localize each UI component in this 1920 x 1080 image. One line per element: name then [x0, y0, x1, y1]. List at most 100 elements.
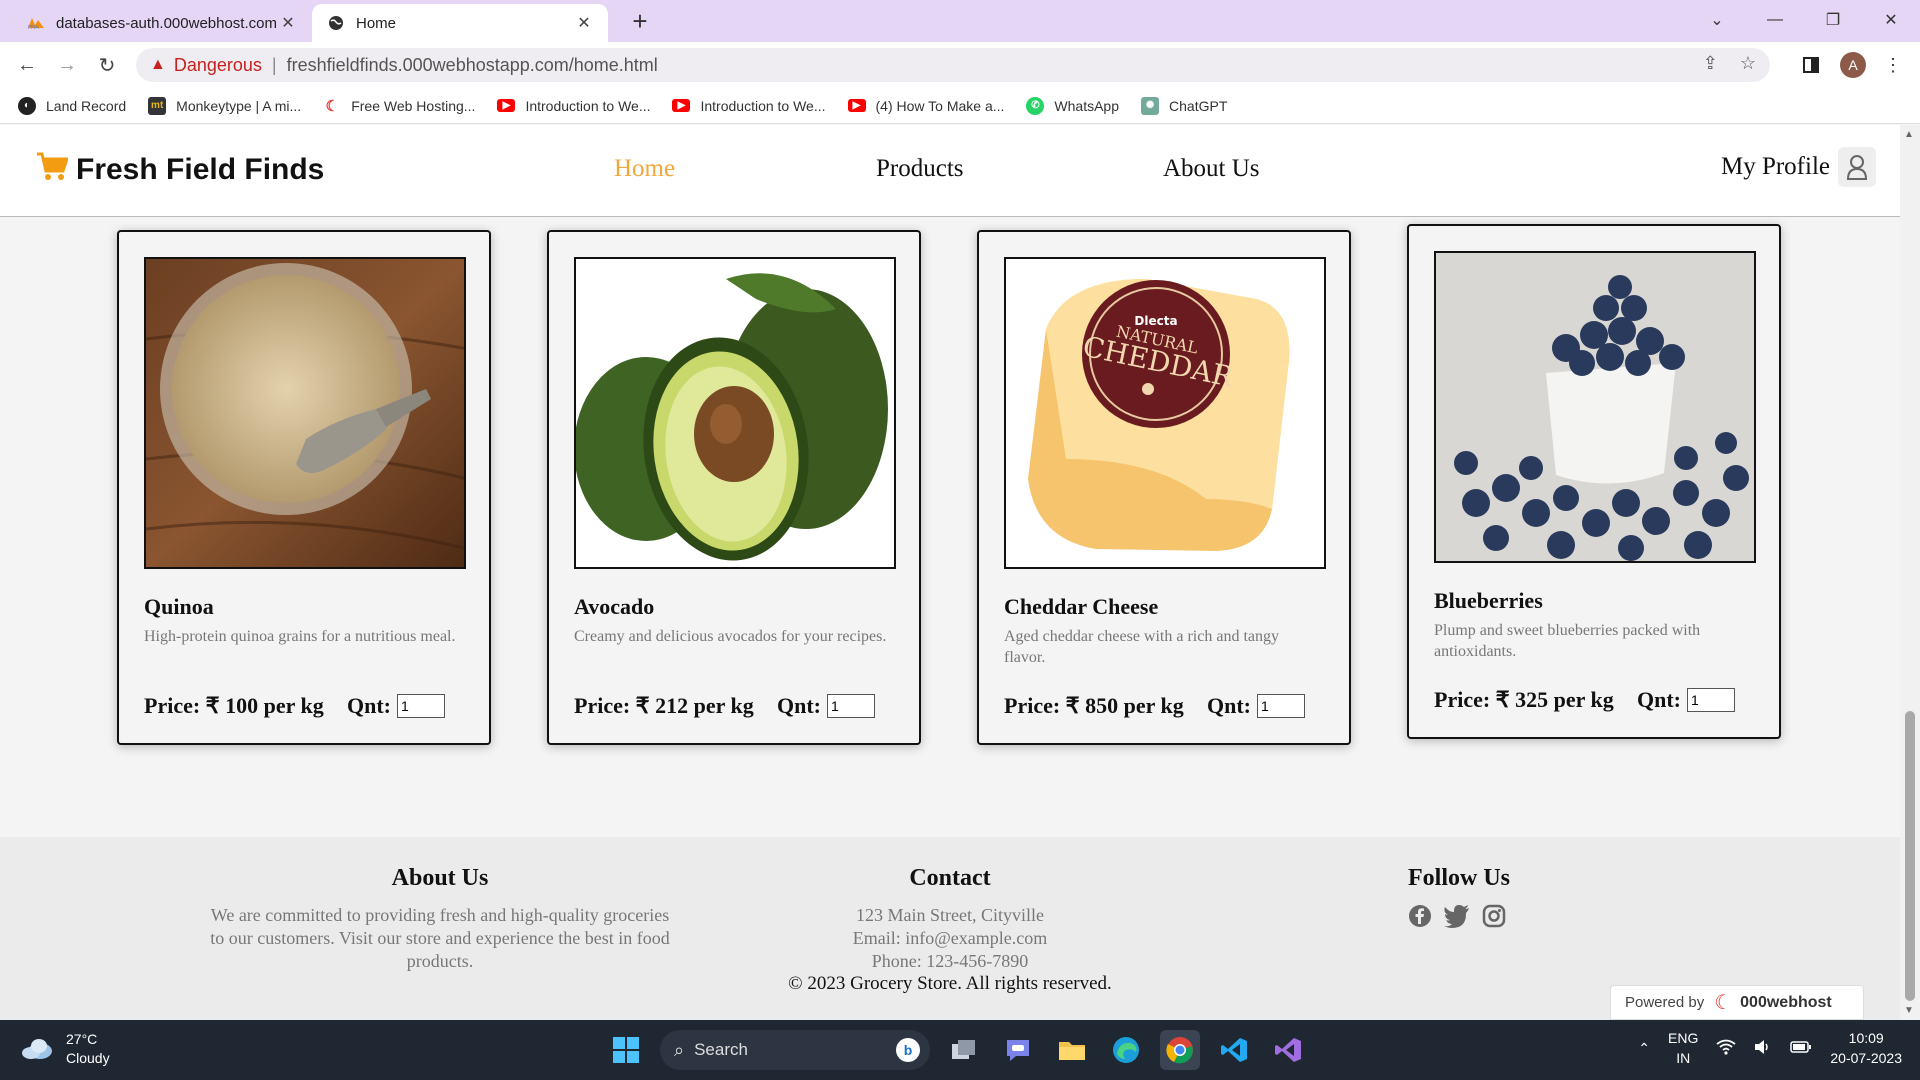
url-text: freshfieldfinds.000webhostapp.com/home.h…	[286, 54, 658, 75]
instagram-icon[interactable]	[1482, 904, 1506, 933]
tab-close-icon[interactable]: ✕	[278, 13, 298, 33]
scroll-down-icon[interactable]: ▼	[1904, 1005, 1914, 1016]
facebook-icon[interactable]	[1408, 904, 1432, 933]
user-icon	[1838, 147, 1876, 187]
quantity-input[interactable]	[827, 694, 875, 718]
bookmark-star-icon[interactable]: ☆	[1740, 53, 1756, 74]
footer-about-title: About Us	[391, 865, 489, 891]
teams-chat-icon[interactable]	[998, 1030, 1038, 1070]
footer-follow-title: Follow Us	[1408, 865, 1510, 891]
page-scrollbar[interactable]: ▲ ▼	[1900, 125, 1920, 1020]
social-links	[1408, 904, 1528, 933]
product-name: Blueberries	[1434, 588, 1543, 613]
edge-browser-icon[interactable]	[1106, 1030, 1146, 1070]
quantity-input[interactable]	[1257, 694, 1305, 718]
reload-icon[interactable]: ↻	[92, 50, 122, 80]
battery-icon[interactable]	[1790, 1040, 1812, 1056]
address-bar[interactable]: ▲ Dangerous | freshfieldfinds.000webhost…	[136, 48, 1770, 82]
bookmark-youtube-3[interactable]: ▶ (4) How To Make a...	[847, 98, 1004, 114]
quantity-label: Qnt:	[347, 693, 391, 718]
back-icon[interactable]: ←	[12, 50, 42, 80]
nav-products[interactable]: Products	[876, 155, 964, 183]
webhost-logo-icon: ☾	[1714, 992, 1733, 1014]
quantity-group: Qnt:	[347, 693, 445, 719]
powered-by-brand: 000webhost	[1740, 993, 1832, 1011]
product-image-quinoa	[144, 257, 466, 569]
language-code: ENG	[1668, 1030, 1699, 1046]
bookmark-youtube-1[interactable]: ▶ Introduction to We...	[497, 98, 650, 114]
footer-about: About Us We are committed to providing f…	[205, 865, 675, 973]
product-image-avocado	[574, 257, 896, 569]
site-logo[interactable]: Fresh Field Finds	[36, 151, 324, 189]
bookmark-monkeytype[interactable]: mt Monkeytype | A mi...	[148, 96, 301, 115]
windows-start-icon[interactable]	[606, 1030, 646, 1070]
product-name: Cheddar Cheese	[1004, 594, 1159, 619]
browser-tab-home[interactable]: Home ✕	[312, 4, 608, 42]
tab-search-icon[interactable]: ⌄	[1688, 0, 1746, 40]
chrome-browser-icon[interactable]	[1160, 1030, 1200, 1070]
volume-icon[interactable]	[1754, 1039, 1772, 1058]
task-view-icon[interactable]	[944, 1030, 984, 1070]
menu-icon[interactable]: ⋮	[1878, 50, 1908, 80]
nav-home[interactable]: Home	[614, 155, 675, 183]
youtube-icon: ▶	[847, 99, 866, 112]
product-description: High-protein quinoa grains for a nutriti…	[144, 628, 456, 645]
bookmark-label: Free Web Hosting...	[351, 97, 476, 114]
tab-title: Home	[356, 14, 397, 32]
quantity-label: Qnt:	[1637, 687, 1681, 712]
address-separator: |	[271, 54, 277, 75]
share-icon[interactable]: ⇪	[1703, 53, 1718, 74]
side-panel-icon[interactable]	[1796, 50, 1826, 80]
profile-avatar[interactable]: A	[1838, 50, 1868, 80]
taskbar-search[interactable]: ⌕ Search b	[660, 1030, 930, 1070]
clock-time: 10:09	[1848, 1030, 1884, 1046]
vscode-icon[interactable]	[1214, 1030, 1254, 1070]
security-label: Dangerous	[173, 54, 262, 75]
bookmark-youtube-2[interactable]: ▶ Introduction to We...	[672, 98, 826, 114]
bookmark-icon: ◐	[18, 96, 36, 115]
scroll-up-icon[interactable]: ▲	[1904, 129, 1914, 140]
contact-phone: Phone: 123-456-7890	[871, 951, 1029, 971]
close-window-icon[interactable]: ✕	[1862, 0, 1920, 40]
my-profile-link[interactable]: My Profile	[1721, 147, 1876, 187]
footer-contact-title: Contact	[909, 865, 991, 891]
clock[interactable]: 10:09 20-07-2023	[1830, 1028, 1902, 1068]
file-explorer-icon[interactable]	[1052, 1030, 1092, 1070]
product-price: Price: ₹ 850 per kg	[1004, 693, 1184, 718]
scrollbar-thumb[interactable]	[1905, 711, 1915, 1001]
twitter-icon[interactable]	[1444, 904, 1470, 933]
product-description: Creamy and delicious avocados for your r…	[574, 628, 887, 645]
nav-about-us[interactable]: About Us	[1163, 155, 1260, 183]
monkeytype-icon: mt	[148, 96, 167, 115]
taskbar-search-label: Search	[694, 1040, 748, 1059]
bookmark-whatsapp[interactable]: ✆ WhatsApp	[1026, 96, 1119, 115]
tab-close-icon[interactable]: ✕	[574, 13, 594, 33]
product-card-blueberries: Blueberries Plump and sweet blueberries …	[1407, 224, 1781, 739]
quantity-input[interactable]	[397, 694, 445, 718]
minimize-icon[interactable]: —	[1746, 0, 1804, 40]
window-controls: ⌄ — ❐ ✕	[1688, 0, 1920, 42]
bookmark-chatgpt[interactable]: ✺ ChatGPT	[1141, 96, 1227, 115]
weather-widget[interactable]: 27°C Cloudy	[20, 1030, 110, 1068]
product-price: Price: ₹ 212 per kg	[574, 693, 754, 718]
bookmark-free-web-hosting[interactable]: ☾ Free Web Hosting...	[323, 97, 475, 115]
forward-icon[interactable]: →	[52, 50, 82, 80]
profile-label: My Profile	[1720, 153, 1830, 180]
language-indicator[interactable]: ENG IN	[1668, 1028, 1698, 1068]
address-bar-actions: ⇪ ☆	[1703, 53, 1756, 74]
restore-icon[interactable]: ❐	[1804, 0, 1862, 40]
new-tab-icon[interactable]: +	[624, 6, 656, 38]
cart-icon	[36, 151, 70, 189]
weather-condition: Cloudy	[66, 1050, 110, 1066]
bing-icon: b	[896, 1038, 920, 1062]
bookmark-land-record[interactable]: ◐ Land Record	[18, 96, 126, 115]
product-card-cheddar-cheese: Dlecta NATURAL CHEDDAR Cheddar Cheese Ag…	[977, 230, 1351, 745]
powered-by-badge[interactable]: Powered by ☾ 000webhost	[1610, 985, 1864, 1020]
youtube-icon: ▶	[672, 99, 691, 112]
region-code: IN	[1676, 1050, 1691, 1066]
browser-tab-databases[interactable]: PMA databases-auth.000webhost.com ✕	[12, 4, 312, 42]
tray-overflow-icon[interactable]: ⌃	[1638, 1040, 1650, 1057]
visual-studio-icon[interactable]	[1268, 1030, 1308, 1070]
wifi-icon[interactable]	[1716, 1039, 1736, 1058]
quantity-input[interactable]	[1687, 688, 1735, 712]
